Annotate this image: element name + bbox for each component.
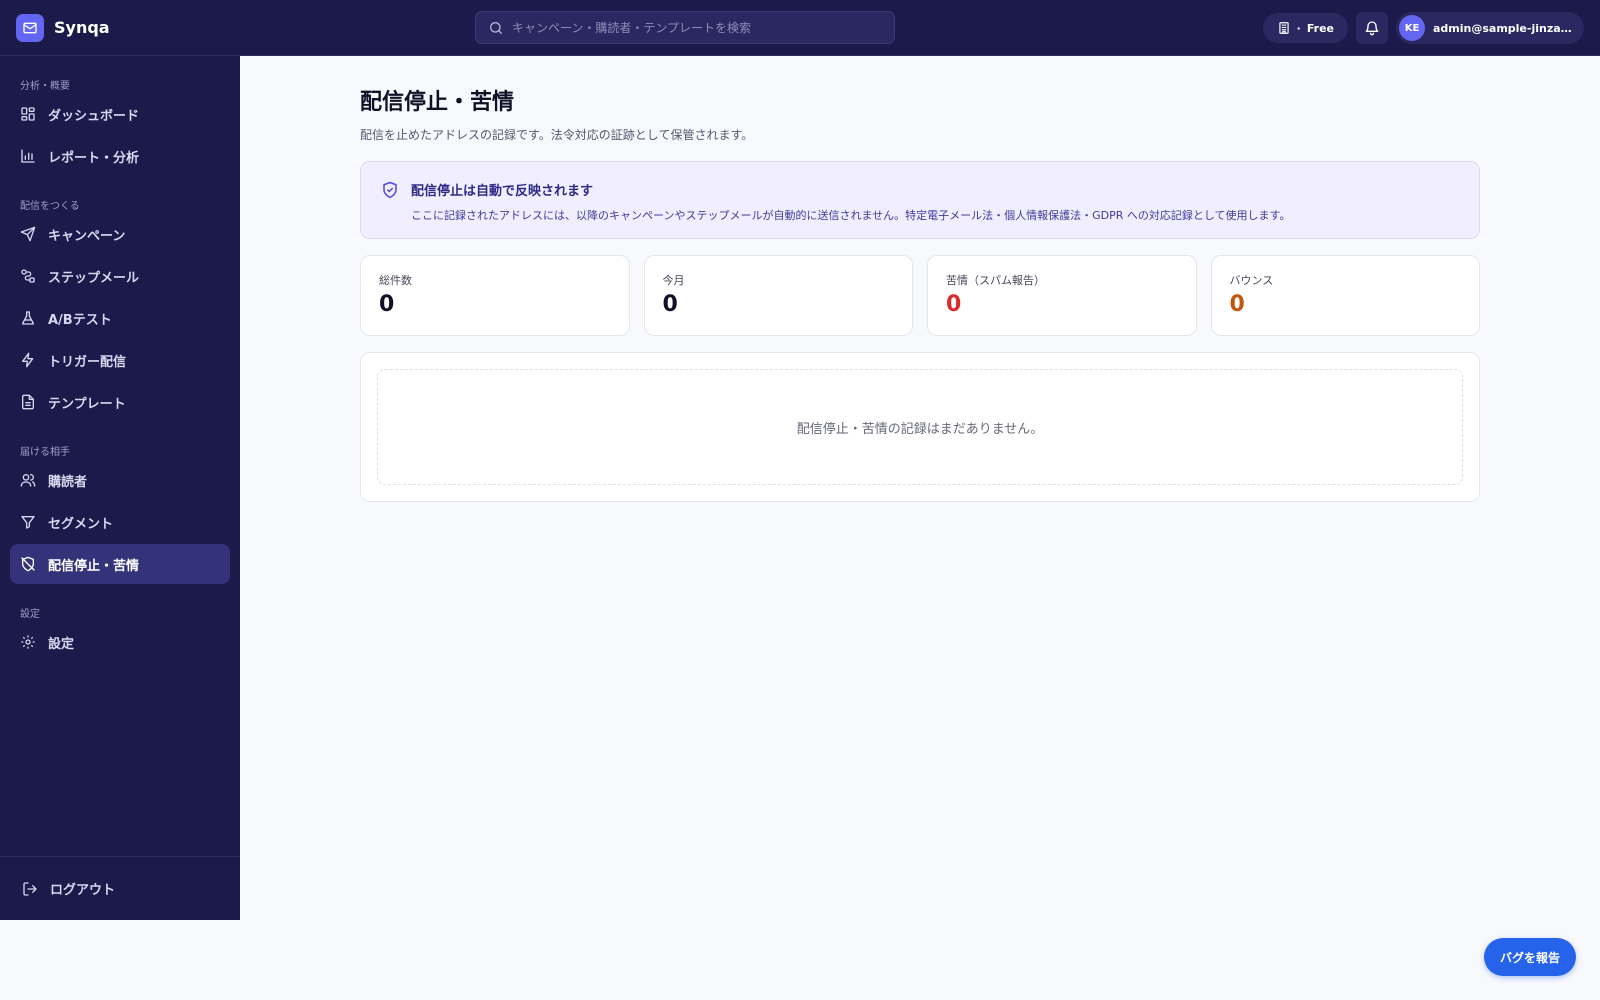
- bell-icon: [1364, 20, 1380, 36]
- sidebar-item-dashboard[interactable]: ダッシュボード: [10, 94, 230, 134]
- stat-card-bounces: バウンス 0: [1210, 255, 1480, 336]
- sidebar-item-subscribers[interactable]: 購読者: [10, 460, 230, 500]
- sidebar-item-label: ステップメール: [48, 270, 140, 286]
- shield-check-icon: [381, 181, 399, 199]
- building-icon: [1277, 21, 1291, 35]
- records-panel: 配信停止・苦情の記録はまだありません。: [360, 352, 1480, 502]
- sidebar-item-reports[interactable]: レポート・分析: [10, 136, 230, 176]
- section-label-audience: 届ける相手: [20, 447, 70, 458]
- sidebar: 分析・概要 ダッシュボード レポート・分析 配信をつくる キャンペーン ステップ…: [0, 56, 240, 920]
- user-menu[interactable]: KE admin@sample-jinzai.e...: [1396, 12, 1584, 44]
- sidebar-item-segments[interactable]: セグメント: [10, 502, 230, 542]
- report-bug-button[interactable]: バグを報告: [1483, 938, 1576, 976]
- notifications-button[interactable]: [1356, 12, 1388, 44]
- sidebar-item-label: 購読者: [48, 474, 88, 490]
- top-bar: Synqa · Free KE admin@sample-jinzai.e...: [0, 0, 1600, 56]
- logout-label: ログアウト: [50, 883, 116, 898]
- sidebar-item-ab-test[interactable]: A/Bテスト: [10, 298, 230, 338]
- sidebar-item-label: キャンペーン: [48, 228, 126, 244]
- gear-icon: [20, 634, 36, 650]
- route-icon: [20, 268, 36, 284]
- search-input[interactable]: [512, 20, 894, 35]
- sidebar-item-label: 配信停止・苦情: [48, 558, 140, 574]
- stats-row: 総件数 0 今月 0 苦情（スパム報告） 0 バウンス 0: [360, 255, 1480, 336]
- notice-text: ここに記録されたアドレスには、以降のキャンペーンやステップメールが自動的に送信さ…: [411, 209, 1291, 222]
- sidebar-item-label: 設定: [48, 636, 75, 652]
- plan-label: Free: [1306, 21, 1334, 35]
- stat-card-total: 総件数 0: [360, 255, 630, 336]
- section-label-settings: 設定: [20, 609, 40, 620]
- section-label-create: 配信をつくる: [20, 201, 80, 212]
- search-box[interactable]: [475, 11, 895, 44]
- flask-icon: [20, 310, 36, 326]
- file-text-icon: [20, 394, 36, 410]
- section-label-analytics: 分析・概要: [20, 81, 70, 92]
- sidebar-item-label: ダッシュボード: [48, 108, 140, 124]
- sidebar-item-label: セグメント: [48, 516, 114, 532]
- sidebar-item-step-mail[interactable]: ステップメール: [10, 256, 230, 296]
- sidebar-item-label: トリガー配信: [48, 354, 127, 370]
- stat-card-this-month: 今月 0: [643, 255, 913, 336]
- main-content: 配信停止・苦情 配信を止めたアドレスの記録です。法令対応の証跡として保管されます…: [360, 56, 1480, 502]
- stat-label: 苦情（スパム報告）: [946, 274, 1045, 287]
- stat-card-complaints: 苦情（スパム報告） 0: [927, 255, 1197, 336]
- layout-grid-icon: [20, 106, 36, 122]
- info-notice: 配信停止は自動で反映されます ここに記録されたアドレスには、以降のキャンペーンや…: [360, 161, 1480, 239]
- stat-value: 0: [379, 292, 395, 317]
- sidebar-item-label: テンプレート: [48, 396, 126, 412]
- search-icon: [488, 20, 504, 36]
- sidebar-item-settings[interactable]: 設定: [10, 622, 230, 662]
- user-email: admin@sample-jinzai.e...: [1433, 21, 1572, 35]
- stat-value: 0: [662, 292, 678, 317]
- sidebar-item-label: レポート・分析: [48, 150, 140, 166]
- logout-icon: [22, 881, 38, 897]
- sidebar-item-label: A/Bテスト: [48, 312, 112, 328]
- send-icon: [20, 226, 36, 242]
- users-icon: [20, 472, 36, 488]
- stat-value: 0: [1229, 292, 1245, 317]
- zap-icon: [20, 352, 36, 368]
- plan-separator: ·: [1296, 21, 1301, 35]
- stat-label: 今月: [662, 274, 685, 287]
- page-title: 配信停止・苦情: [360, 90, 515, 115]
- brand-name: Synqa: [54, 18, 110, 37]
- page-subtitle: 配信を止めたアドレスの記録です。法令対応の証跡として保管されます。: [360, 128, 754, 142]
- stat-label: 総件数: [379, 274, 412, 287]
- plan-badge[interactable]: · Free: [1262, 13, 1348, 43]
- sidebar-item-templates[interactable]: テンプレート: [10, 382, 230, 422]
- stat-value: 0: [946, 292, 962, 317]
- logout-button[interactable]: ログアウト: [0, 856, 240, 920]
- sidebar-item-unsubscribes[interactable]: 配信停止・苦情: [10, 544, 230, 584]
- avatar: KE: [1399, 15, 1425, 41]
- stat-label: バウンス: [1229, 274, 1274, 287]
- brand[interactable]: Synqa: [16, 13, 456, 42]
- notice-title: 配信停止は自動で反映されます: [411, 184, 594, 199]
- shield-off-icon: [20, 556, 36, 572]
- empty-state: 配信停止・苦情の記録はまだありません。: [377, 369, 1463, 485]
- sidebar-item-trigger[interactable]: トリガー配信: [10, 340, 230, 380]
- bar-chart-icon: [20, 148, 36, 164]
- mail-icon: [16, 13, 44, 42]
- sidebar-item-campaigns[interactable]: キャンペーン: [10, 214, 230, 254]
- filter-icon: [20, 514, 36, 530]
